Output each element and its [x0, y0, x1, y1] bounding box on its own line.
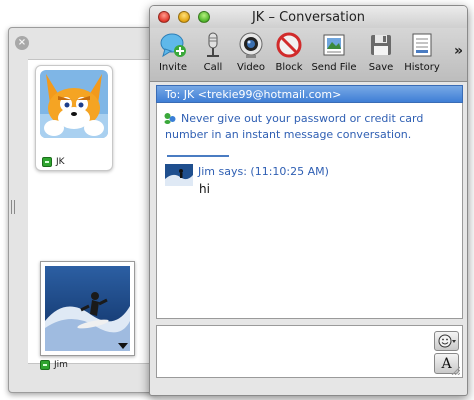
- history-button[interactable]: History: [402, 31, 442, 73]
- history-icon: [408, 31, 436, 59]
- call-label: Call: [203, 62, 223, 73]
- online-status-icon: [42, 157, 52, 167]
- invite-button[interactable]: Invite: [155, 31, 191, 73]
- contact-avatar: [40, 70, 108, 138]
- self-avatar-card[interactable]: [40, 261, 135, 356]
- save-button[interactable]: Save: [364, 31, 398, 73]
- message-header: Jim says: (11:10:25 AM): [198, 165, 329, 178]
- save-label: Save: [368, 62, 394, 73]
- emoticon-button[interactable]: [434, 331, 459, 351]
- call-button[interactable]: Call: [196, 31, 230, 73]
- send-file-icon: [320, 31, 348, 59]
- conversation-transcript[interactable]: Never give out your password or credit c…: [156, 103, 463, 319]
- smiley-icon: [438, 334, 456, 348]
- security-warning: Never give out your password or credit c…: [165, 112, 424, 141]
- block-label: Block: [275, 62, 303, 73]
- close-icon[interactable]: ×: [15, 36, 29, 50]
- block-icon: [275, 31, 303, 59]
- history-label: History: [404, 62, 440, 73]
- recipient-address: To: JK <trekie99@hotmail.com>: [165, 88, 342, 101]
- microphone-icon: [199, 31, 227, 59]
- video-label: Video: [236, 62, 266, 73]
- divider: [167, 155, 229, 157]
- video-button[interactable]: Video: [234, 31, 268, 73]
- recipient-bar: To: JK <trekie99@hotmail.com>: [156, 85, 463, 103]
- send-file-label: Send File: [311, 62, 357, 73]
- sender-avatar: [165, 164, 193, 186]
- window-title: JK – Conversation: [251, 10, 366, 25]
- self-avatar: [45, 266, 130, 351]
- send-file-button[interactable]: Send File: [310, 31, 358, 73]
- chevron-down-icon[interactable]: [118, 343, 128, 349]
- self-name: Jim: [54, 360, 68, 370]
- resize-grip-icon[interactable]: [450, 365, 460, 375]
- toolbar-overflow-button[interactable]: »: [454, 43, 463, 59]
- resize-handle[interactable]: [11, 200, 15, 214]
- invite-label: Invite: [158, 62, 188, 73]
- title-bar[interactable]: JK – Conversation: [150, 6, 467, 28]
- conversation-window: JK – Conversation Invite Call Video Bloc…: [149, 5, 468, 396]
- message-text: hi: [199, 182, 210, 196]
- block-button[interactable]: Block: [272, 31, 306, 73]
- message-input[interactable]: A: [156, 325, 463, 378]
- save-icon: [367, 31, 395, 59]
- contact-side-panel: × JK Jim: [8, 27, 158, 393]
- contact-avatar-card[interactable]: JK: [35, 65, 113, 171]
- webcam-icon: [237, 31, 265, 59]
- contact-name: JK: [56, 157, 65, 167]
- toolbar: Invite Call Video Block Send File Save H…: [150, 28, 467, 82]
- online-status-icon: [40, 360, 50, 370]
- invite-icon: [159, 31, 187, 59]
